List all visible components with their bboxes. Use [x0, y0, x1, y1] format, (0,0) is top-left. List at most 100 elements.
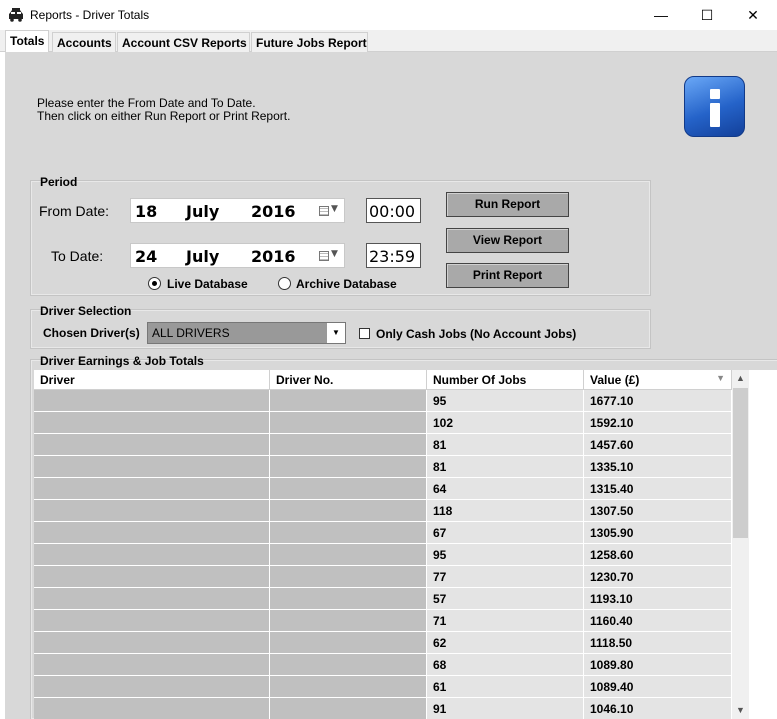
- to-year[interactable]: 2016: [251, 247, 296, 266]
- cell-driver-no[interactable]: [270, 456, 427, 478]
- close-button[interactable]: ✕: [730, 0, 776, 30]
- cell-driver-no[interactable]: [270, 610, 427, 632]
- archive-database-radio[interactable]: [278, 277, 291, 290]
- archive-database-label[interactable]: Archive Database: [296, 277, 397, 291]
- column-header-driver[interactable]: Driver: [34, 370, 270, 390]
- cell-value[interactable]: 1046.10: [584, 698, 732, 719]
- cell-driver[interactable]: [34, 456, 270, 478]
- chevron-down-icon[interactable]: ▼: [327, 323, 345, 343]
- cell-value[interactable]: 1305.90: [584, 522, 732, 544]
- cell-number-of-jobs[interactable]: 77: [427, 566, 584, 588]
- cash-only-checkbox[interactable]: [359, 328, 370, 339]
- table-row[interactable]: 68 1089.80: [34, 654, 732, 676]
- minimize-button[interactable]: —: [638, 0, 684, 30]
- cell-value[interactable]: 1160.40: [584, 610, 732, 632]
- cell-driver-no[interactable]: [270, 390, 427, 412]
- chosen-drivers-dropdown[interactable]: ALL DRIVERS ▼: [147, 322, 346, 344]
- calendar-dropdown-icon[interactable]: ▼: [319, 204, 343, 218]
- cell-value[interactable]: 1335.10: [584, 456, 732, 478]
- cell-value[interactable]: 1677.10: [584, 390, 732, 412]
- table-row[interactable]: 62 1118.50: [34, 632, 732, 654]
- cell-number-of-jobs[interactable]: 118: [427, 500, 584, 522]
- table-row[interactable]: 77 1230.70: [34, 566, 732, 588]
- cell-driver[interactable]: [34, 544, 270, 566]
- cell-number-of-jobs[interactable]: 71: [427, 610, 584, 632]
- cell-number-of-jobs[interactable]: 61: [427, 676, 584, 698]
- cell-driver[interactable]: [34, 632, 270, 654]
- to-month[interactable]: July: [186, 247, 219, 266]
- cell-number-of-jobs[interactable]: 95: [427, 390, 584, 412]
- from-year[interactable]: 2016: [251, 202, 296, 221]
- live-database-label[interactable]: Live Database: [167, 277, 248, 291]
- cell-number-of-jobs[interactable]: 57: [427, 588, 584, 610]
- cell-number-of-jobs[interactable]: 81: [427, 434, 584, 456]
- cell-value[interactable]: 1193.10: [584, 588, 732, 610]
- cell-driver-no[interactable]: [270, 566, 427, 588]
- cell-driver[interactable]: [34, 676, 270, 698]
- cell-number-of-jobs[interactable]: 64: [427, 478, 584, 500]
- cell-driver[interactable]: [34, 588, 270, 610]
- scroll-thumb[interactable]: [733, 388, 748, 538]
- cell-driver-no[interactable]: [270, 676, 427, 698]
- cell-number-of-jobs[interactable]: 68: [427, 654, 584, 676]
- view-report-button[interactable]: View Report: [446, 228, 569, 253]
- cell-driver[interactable]: [34, 698, 270, 719]
- table-row[interactable]: 64 1315.40: [34, 478, 732, 500]
- cell-value[interactable]: 1315.40: [584, 478, 732, 500]
- table-row[interactable]: 91 1046.10: [34, 698, 732, 719]
- cell-driver-no[interactable]: [270, 412, 427, 434]
- cell-driver-no[interactable]: [270, 544, 427, 566]
- from-date-picker[interactable]: 18 July 2016 ▼: [130, 198, 345, 223]
- cell-driver-no[interactable]: [270, 588, 427, 610]
- table-row[interactable]: 118 1307.50: [34, 500, 732, 522]
- cell-number-of-jobs[interactable]: 95: [427, 544, 584, 566]
- earnings-table[interactable]: Driver Driver No. Number Of Jobs Value (…: [34, 370, 777, 719]
- cell-driver-no[interactable]: [270, 632, 427, 654]
- table-row[interactable]: 81 1335.10: [34, 456, 732, 478]
- cell-value[interactable]: 1258.60: [584, 544, 732, 566]
- cell-driver-no[interactable]: [270, 434, 427, 456]
- cell-driver[interactable]: [34, 412, 270, 434]
- cell-value[interactable]: 1089.80: [584, 654, 732, 676]
- print-report-button[interactable]: Print Report: [446, 263, 569, 288]
- calendar-dropdown-icon[interactable]: ▼: [319, 249, 343, 263]
- cell-driver[interactable]: [34, 500, 270, 522]
- cell-value[interactable]: 1230.70: [584, 566, 732, 588]
- table-row[interactable]: 71 1160.40: [34, 610, 732, 632]
- tab-accounts[interactable]: Accounts: [52, 32, 116, 52]
- cell-value[interactable]: 1457.60: [584, 434, 732, 456]
- cell-number-of-jobs[interactable]: 67: [427, 522, 584, 544]
- cell-driver[interactable]: [34, 566, 270, 588]
- tab-totals[interactable]: Totals: [5, 30, 49, 52]
- cell-driver-no[interactable]: [270, 522, 427, 544]
- cell-value[interactable]: 1592.10: [584, 412, 732, 434]
- column-header-driver-no[interactable]: Driver No.: [270, 370, 427, 390]
- table-row[interactable]: 95 1677.10: [34, 390, 732, 412]
- from-day[interactable]: 18: [135, 202, 157, 221]
- run-report-button[interactable]: Run Report: [446, 192, 569, 217]
- from-time-field[interactable]: 00:00: [366, 198, 421, 223]
- cell-number-of-jobs[interactable]: 62: [427, 632, 584, 654]
- table-row[interactable]: 57 1193.10: [34, 588, 732, 610]
- to-time-field[interactable]: 23:59: [366, 243, 421, 268]
- cell-driver[interactable]: [34, 610, 270, 632]
- cell-driver[interactable]: [34, 390, 270, 412]
- cell-number-of-jobs[interactable]: 102: [427, 412, 584, 434]
- cell-number-of-jobs[interactable]: 81: [427, 456, 584, 478]
- cell-driver-no[interactable]: [270, 500, 427, 522]
- cell-driver[interactable]: [34, 478, 270, 500]
- scroll-up-icon[interactable]: ▲: [732, 370, 749, 387]
- cell-driver[interactable]: [34, 434, 270, 456]
- vertical-scrollbar[interactable]: ▲ ▼: [732, 370, 749, 719]
- cell-driver-no[interactable]: [270, 698, 427, 719]
- tab-future-jobs-report[interactable]: Future Jobs Report: [251, 32, 368, 52]
- table-row[interactable]: 95 1258.60: [34, 544, 732, 566]
- cell-driver[interactable]: [34, 654, 270, 676]
- tab-account-csv-reports[interactable]: Account CSV Reports: [117, 32, 250, 52]
- to-date-picker[interactable]: 24 July 2016 ▼: [130, 243, 345, 268]
- cell-value[interactable]: 1307.50: [584, 500, 732, 522]
- scroll-down-icon[interactable]: ▼: [732, 702, 749, 719]
- cell-number-of-jobs[interactable]: 91: [427, 698, 584, 719]
- table-row[interactable]: 102 1592.10: [34, 412, 732, 434]
- cell-driver-no[interactable]: [270, 478, 427, 500]
